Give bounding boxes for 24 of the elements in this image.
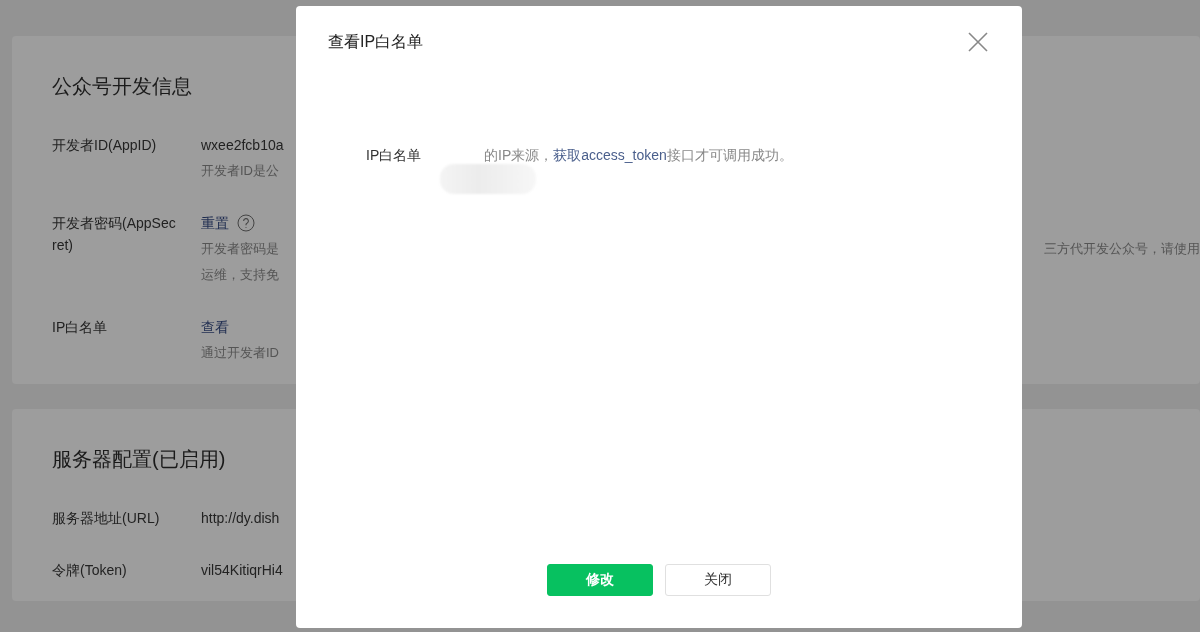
section-title: 公众号开发信息 — [52, 74, 193, 98]
section-title: 服务器配置(已启用) — [52, 447, 227, 471]
field-value: http://dy.dish — [201, 509, 280, 528]
field-value: vil54KitiqrHi4 — [201, 561, 283, 580]
field-label: 服务器地址(URL) — [52, 509, 161, 528]
field-label: IP白名单 — [52, 318, 109, 337]
field-label: 令牌(Token) — [52, 561, 128, 580]
close-button[interactable] — [966, 30, 990, 54]
action-link[interactable]: 重置 — [201, 212, 229, 234]
field-label: 开发者ID(AppID) — [52, 136, 158, 155]
whitelist-description: 的IP来源，获取access_token接口才可调用成功。 — [483, 146, 793, 165]
close-dialog-button[interactable]: 关闭 — [665, 564, 771, 596]
field-description: 运维，支持免 — [201, 266, 279, 284]
help-icon[interactable] — [237, 214, 255, 232]
close-icon — [966, 30, 990, 54]
dialog-title: 查看IP白名单 — [328, 32, 424, 52]
action-link[interactable]: 查看 — [201, 316, 229, 338]
field-description: 通过开发者ID — [201, 344, 279, 362]
token-link[interactable]: 获取access_token — [553, 147, 667, 163]
field-value: wxee2fcb10a — [201, 136, 284, 155]
field-description: 开发者ID是公 — [201, 162, 279, 180]
field-label: 开发者密码(AppSecret) — [52, 214, 177, 255]
field-description: 开发者密码是 — [201, 240, 279, 258]
field-label: IP白名单 — [366, 146, 423, 165]
